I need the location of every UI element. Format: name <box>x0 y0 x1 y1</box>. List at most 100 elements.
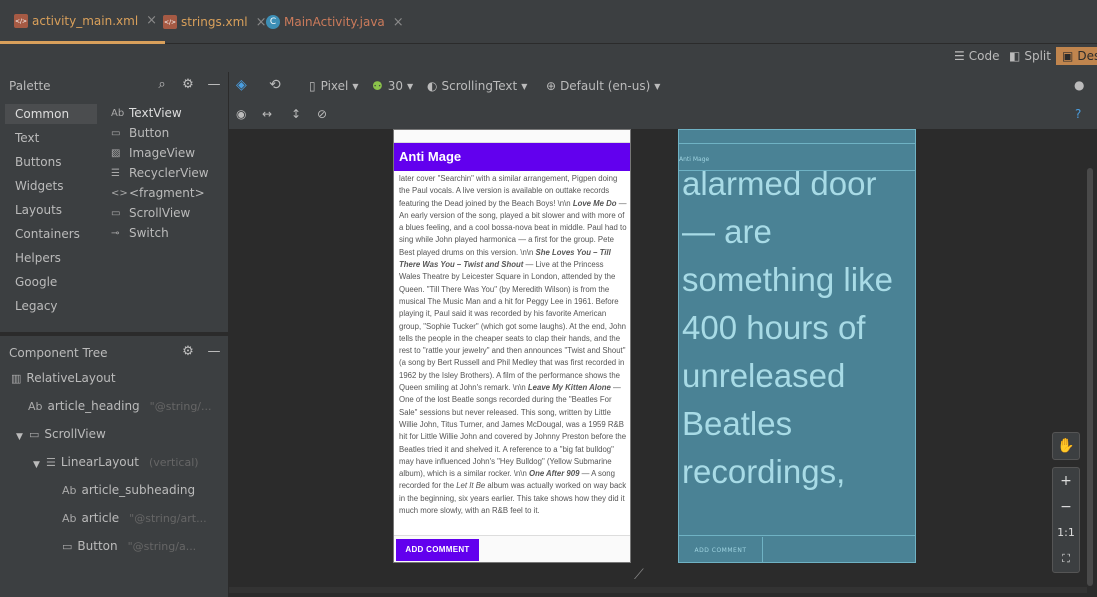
node-label: article_subheading <box>81 483 196 497</box>
article-text[interactable]: later cover "Searchin" with a similar ar… <box>399 173 627 535</box>
palette-widget-button[interactable]: ▭ Button <box>111 126 169 140</box>
node-label: Button <box>77 539 118 553</box>
code-label: Code <box>968 49 1000 63</box>
tree-node-article-subheading[interactable]: Ab article_subheading <box>62 483 195 497</box>
zoom-controls: + − 1:1 ⛶ <box>1052 467 1080 573</box>
device-label: Pixel <box>320 79 349 93</box>
node-label: article_heading <box>47 399 140 413</box>
widget-label: ScrollView <box>129 206 191 220</box>
api-label: 30 <box>387 79 404 93</box>
article-heading[interactable]: Anti Mage <box>394 143 630 171</box>
help-icon[interactable]: ? <box>1075 107 1081 121</box>
palette-widget-fragment[interactable]: <> <fragment> <box>111 186 205 200</box>
palette-widget-switch[interactable]: ⊸ Switch <box>111 226 169 240</box>
palette-category-containers[interactable]: Containers <box>15 227 80 241</box>
blueprint-preview[interactable]: Anti Mage alarmed door — are something l… <box>678 129 916 563</box>
tree-node-linearlayout[interactable]: ☰ LinearLayout (vertical) <box>46 455 199 469</box>
globe-icon: ⊕ <box>546 79 557 93</box>
minimize-icon[interactable]: — <box>207 345 221 359</box>
design-mode-button[interactable]: ▣ Des <box>1056 47 1097 65</box>
zoom-out-icon[interactable]: − <box>1053 494 1079 520</box>
split-mode-button[interactable]: ◧ Split <box>1009 49 1051 63</box>
blueprint-article-text[interactable]: alarmed door — are something like 400 ho… <box>682 160 914 496</box>
scrollview-icon: ▭ <box>29 427 40 441</box>
relativelayout-icon: ▥ <box>11 371 22 385</box>
zoom-fit-icon[interactable]: ⛶ <box>1053 546 1079 572</box>
warning-icon[interactable]: ● <box>1074 78 1084 92</box>
horizontal-scrollbar[interactable] <box>229 587 1087 593</box>
node-hint: (vertical) <box>148 455 199 469</box>
chevron-down-icon: ▼ <box>521 81 528 91</box>
palette-widget-textview[interactable]: Ab TextView <box>111 106 182 120</box>
tab-label: strings.xml <box>181 15 248 29</box>
tab-activity-main[interactable]: activity_main.xml × <box>0 0 166 44</box>
zoom-in-icon[interactable]: + <box>1053 468 1079 494</box>
scrollview-icon: ▭ <box>111 207 121 219</box>
image-icon: ▣ <box>1062 49 1074 63</box>
magnet-off-icon[interactable]: ⊘ <box>317 107 327 121</box>
add-comment-button[interactable]: ADD COMMENT <box>396 539 479 561</box>
close-icon[interactable]: × <box>393 15 404 30</box>
button-icon: ▭ <box>111 127 121 139</box>
design-canvas[interactable] <box>229 129 1097 597</box>
palette-category-google[interactable]: Google <box>15 275 57 289</box>
tree-node-button[interactable]: ▭ Button "@string/a... <box>62 539 196 553</box>
palette-widget-recyclerview[interactable]: ☰ RecyclerView <box>111 166 209 180</box>
chevron-down-icon[interactable]: ▼ <box>33 460 40 470</box>
blueprint-add-comment-button[interactable]: ADD COMMENT <box>679 537 763 562</box>
palette-category-text[interactable]: Text <box>15 131 39 145</box>
widget-label: TextView <box>129 106 182 120</box>
tree-node-article[interactable]: Ab article "@string/art... <box>62 511 207 525</box>
tree-node-relativelayout[interactable]: ▥ RelativeLayout <box>11 371 116 385</box>
palette-header: Palette ⌕ ⚙ — <box>0 72 229 100</box>
palette-category-widgets[interactable]: Widgets <box>15 179 64 193</box>
orientation-icon[interactable]: ⟲ <box>269 77 281 93</box>
resize-handle-icon[interactable]: ⟋ <box>634 567 644 583</box>
eye-icon[interactable]: ◉ <box>236 107 246 121</box>
device-selector[interactable]: ▯ Pixel ▼ <box>309 79 359 93</box>
theme-selector[interactable]: ◐ ScrollingText ▼ <box>427 79 527 93</box>
node-hint: "@string/a... <box>127 539 197 553</box>
gear-icon[interactable]: ⚙ <box>181 78 195 92</box>
search-icon[interactable]: ⌕ <box>155 78 169 92</box>
theme-icon: ◐ <box>427 79 438 93</box>
palette-category-common[interactable]: Common <box>5 104 97 124</box>
palette-category-legacy[interactable]: Legacy <box>15 299 58 313</box>
tree-node-scrollview[interactable]: ▭ ScrollView <box>29 427 106 441</box>
tree-node-article-heading[interactable]: Ab article_heading "@string/... <box>28 399 212 413</box>
textview-icon: Ab <box>111 107 125 119</box>
node-hint: "@string/... <box>149 399 212 413</box>
chevron-down-icon[interactable]: ▼ <box>16 432 23 442</box>
widget-label: Button <box>129 126 170 140</box>
widget-label: RecyclerView <box>129 166 209 180</box>
tab-label: activity_main.xml <box>32 13 139 28</box>
palette-category-layouts[interactable]: Layouts <box>15 203 62 217</box>
horizontal-resize-icon[interactable]: ↔ <box>262 107 272 121</box>
list-icon: ☰ <box>111 167 120 179</box>
gear-icon[interactable]: ⚙ <box>181 345 195 359</box>
linearlayout-icon: ☰ <box>46 455 56 469</box>
zoom-actual-size[interactable]: 1:1 <box>1053 520 1079 546</box>
node-label: article <box>81 511 120 525</box>
minimize-icon[interactable]: — <box>207 78 221 92</box>
pan-tool[interactable]: ✋ <box>1052 432 1080 460</box>
code-brackets-icon: <> <box>111 187 128 199</box>
palette-category-buttons[interactable]: Buttons <box>15 155 61 169</box>
palette-widget-imageview[interactable]: ▨ ImageView <box>111 146 195 160</box>
vertical-resize-icon[interactable]: ↕ <box>291 107 301 121</box>
palette-category-helpers[interactable]: Helpers <box>15 251 61 265</box>
code-mode-button[interactable]: ☰ Code <box>954 49 1000 63</box>
hand-icon[interactable]: ✋ <box>1053 433 1079 459</box>
chevron-down-icon: ▼ <box>654 81 661 91</box>
textview-icon: Ab <box>28 399 43 413</box>
vertical-scrollbar[interactable] <box>1087 168 1093 586</box>
node-label: RelativeLayout <box>26 371 116 385</box>
tab-main-activity[interactable]: C MainActivity.java × <box>252 0 412 44</box>
api-selector[interactable]: ⚉ 30 ▼ <box>372 79 413 93</box>
locale-selector[interactable]: ⊕ Default (en-us) ▼ <box>546 79 660 93</box>
phone-icon: ▯ <box>309 79 316 93</box>
palette-panel: Palette ⌕ ⚙ — Common Text Buttons Widget… <box>0 72 229 332</box>
layers-icon[interactable]: ◈ <box>236 77 247 93</box>
palette-widget-scrollview[interactable]: ▭ ScrollView <box>111 206 190 220</box>
design-preview[interactable]: Anti Mage later cover "Searchin" with a … <box>393 129 631 563</box>
